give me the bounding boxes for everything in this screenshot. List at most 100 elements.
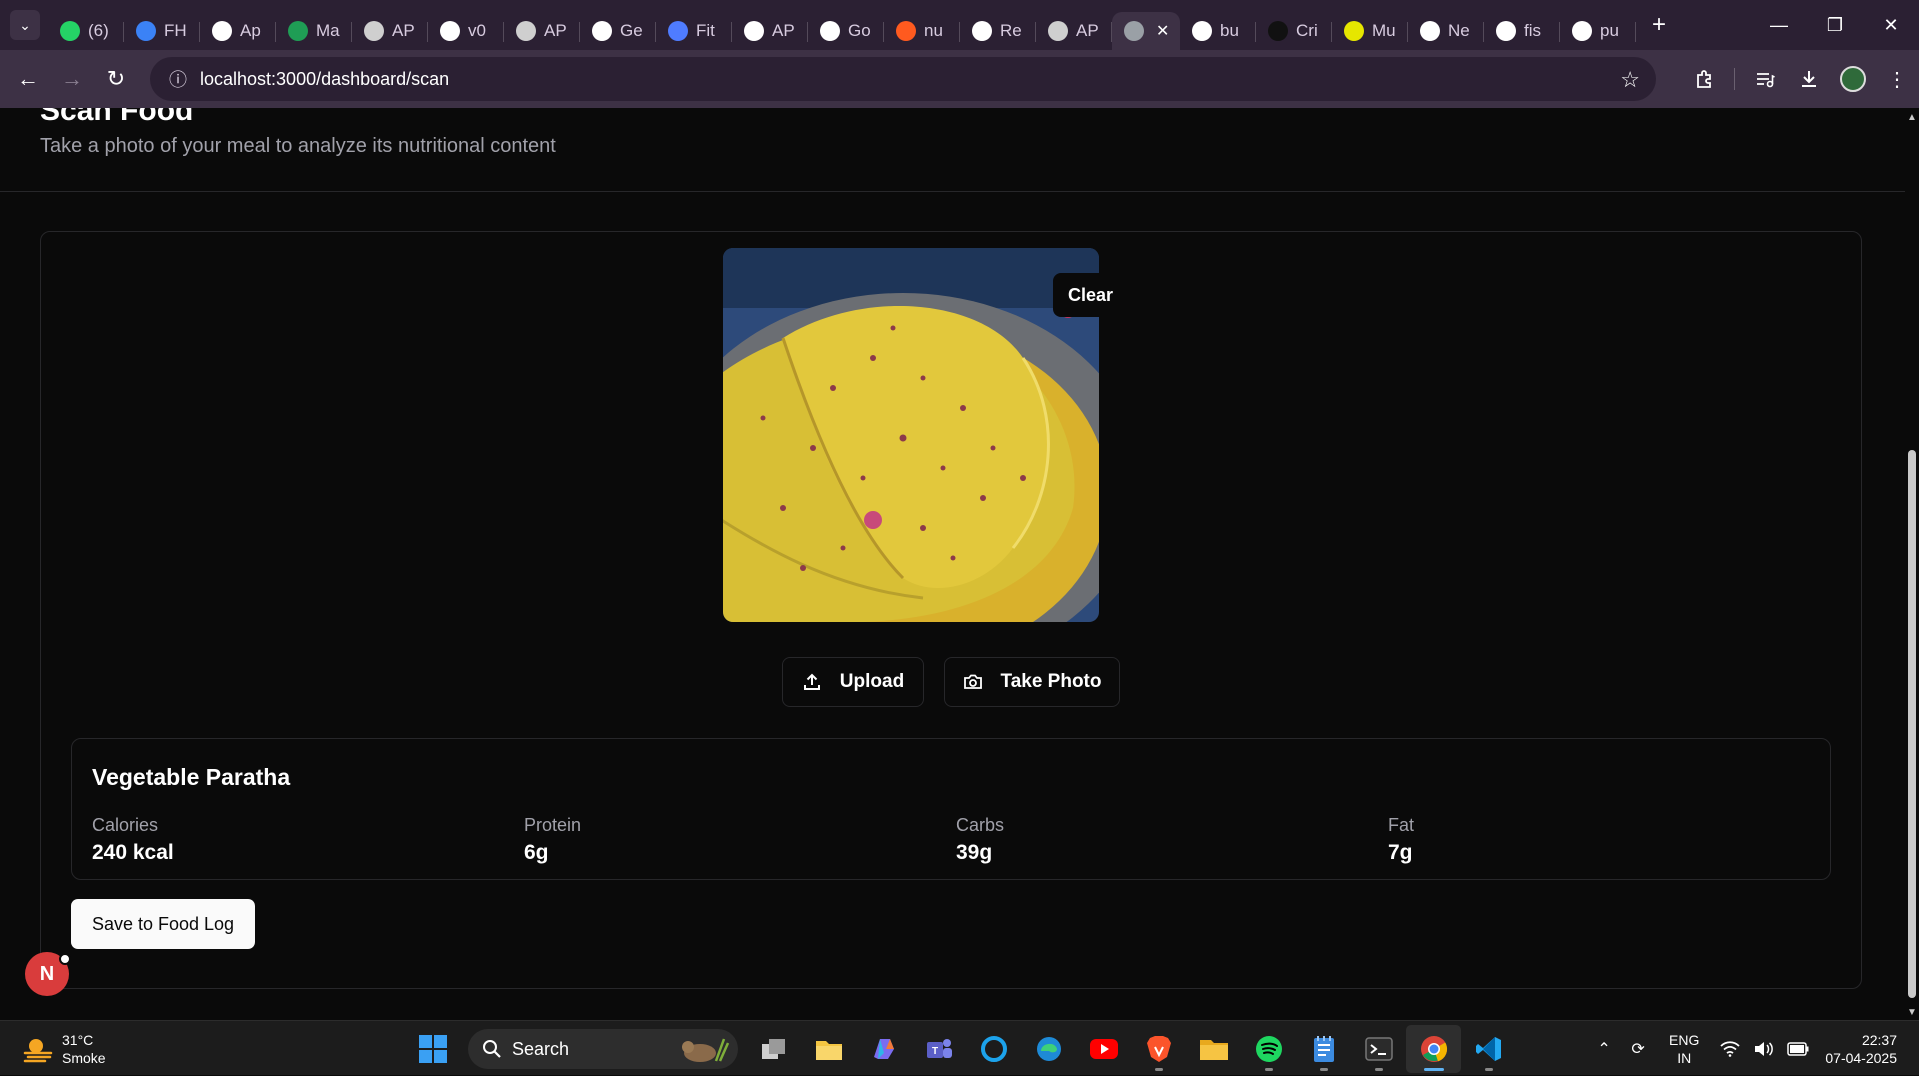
- reload-button[interactable]: ↻: [94, 57, 138, 101]
- page-subtitle: Take a photo of your meal to analyze its…: [40, 135, 556, 157]
- browser-tab[interactable]: Mu: [1332, 12, 1408, 50]
- volume-icon[interactable]: [1749, 1041, 1779, 1057]
- tab-title: Mu: [1372, 21, 1396, 40]
- folder-icon[interactable]: [1186, 1025, 1241, 1073]
- ap-logo-icon: [364, 21, 384, 41]
- browser-tab[interactable]: Ge: [580, 12, 656, 50]
- browser-tab[interactable]: AP: [732, 12, 808, 50]
- save-to-food-log-button[interactable]: Save to Food Log: [71, 899, 255, 949]
- tab-list: (6) FH Ap Ma AP v0 AP Ge Fit AP Go nu Re AP ✕ bu Cri Mu Ne…: [48, 0, 1636, 50]
- download-icon[interactable]: [1787, 57, 1831, 101]
- stat-label: Calories: [92, 815, 159, 835]
- browser-tab[interactable]: pu: [1560, 12, 1636, 50]
- page-title: Scan Food: [40, 108, 194, 127]
- stat-value: 6g: [524, 841, 549, 864]
- new-tab-button[interactable]: +: [1644, 10, 1674, 40]
- browser-tab[interactable]: Re: [960, 12, 1036, 50]
- browser-tab[interactable]: Ne: [1408, 12, 1484, 50]
- edge-icon[interactable]: [1021, 1025, 1076, 1073]
- weather-widget[interactable]: 31°C Smoke: [22, 1031, 106, 1067]
- copilot-icon[interactable]: [856, 1025, 911, 1073]
- teams-icon[interactable]: T: [911, 1025, 966, 1073]
- wifi-icon[interactable]: [1715, 1040, 1745, 1057]
- browser-tab[interactable]: Fit: [656, 12, 732, 50]
- minimize-button[interactable]: —: [1751, 0, 1807, 50]
- browser-tab[interactable]: Go: [808, 12, 884, 50]
- globe-icon: [1124, 21, 1144, 41]
- bookmark-star-icon[interactable]: ☆: [1620, 67, 1640, 93]
- scroll-down-icon[interactable]: ▼: [1907, 1007, 1917, 1018]
- whatsapp-icon: [60, 21, 80, 41]
- extensions-icon[interactable]: [1682, 57, 1726, 101]
- clear-button[interactable]: Clear: [1053, 273, 1128, 317]
- page-scrollbar[interactable]: ▲ ▼: [1905, 108, 1919, 1020]
- browser-tab[interactable]: fis: [1484, 12, 1560, 50]
- scrollbar-thumb[interactable]: [1908, 450, 1916, 998]
- sync-icon[interactable]: ⟳: [1623, 1039, 1653, 1059]
- vscode-icon[interactable]: [1461, 1025, 1516, 1073]
- youtube-icon[interactable]: [1076, 1025, 1131, 1073]
- browser-tab[interactable]: AP: [1036, 12, 1112, 50]
- browser-tab[interactable]: AP: [352, 12, 428, 50]
- scroll-up-icon[interactable]: ▲: [1907, 112, 1917, 123]
- tab-title: AP: [1076, 21, 1099, 40]
- browser-tab[interactable]: Ma: [276, 12, 352, 50]
- language-indicator[interactable]: ENG IN: [1669, 1031, 1699, 1067]
- food-name: Vegetable Paratha: [92, 764, 291, 790]
- stat-protein: Protein 6g: [524, 815, 581, 865]
- battery-icon[interactable]: [1783, 1041, 1813, 1056]
- browser-tab[interactable]: v0: [428, 12, 504, 50]
- close-tab-icon[interactable]: ✕: [1156, 21, 1169, 41]
- browser-tab[interactable]: nu: [884, 12, 960, 50]
- upload-label: Upload: [839, 671, 905, 692]
- browser-tab[interactable]: Cri: [1256, 12, 1332, 50]
- restore-button[interactable]: ❐: [1807, 0, 1863, 50]
- file-explorer-icon[interactable]: [801, 1025, 856, 1073]
- browser-tab[interactable]: ✕: [1112, 12, 1180, 50]
- start-button[interactable]: [405, 1025, 460, 1073]
- ap-logo-icon: [1048, 21, 1068, 41]
- stat-fat: Fat 7g: [1388, 815, 1414, 865]
- tab-title: nu: [924, 21, 943, 40]
- clock[interactable]: 22:37 07-04-2025: [1825, 1031, 1897, 1067]
- browser-tab[interactable]: bu: [1180, 12, 1256, 50]
- browser-tab[interactable]: Ap: [200, 12, 276, 50]
- profile-avatar[interactable]: [1831, 57, 1875, 101]
- browser-tab[interactable]: AP: [504, 12, 580, 50]
- upload-button[interactable]: Upload: [782, 657, 924, 707]
- taskbar-search[interactable]: Search: [468, 1029, 738, 1069]
- m-logo-icon: [1344, 21, 1364, 41]
- take-photo-button[interactable]: Take Photo: [944, 657, 1120, 707]
- terminal-icon[interactable]: [1351, 1025, 1406, 1073]
- tab-title: Re: [1000, 21, 1022, 40]
- tab-title: (6): [88, 21, 109, 40]
- window-controls: — ❐ ✕: [1751, 0, 1919, 50]
- cortana-icon[interactable]: [966, 1025, 1021, 1073]
- tab-search-button[interactable]: ⌄: [10, 10, 40, 40]
- chrome-icon[interactable]: [1406, 1025, 1461, 1073]
- tab-title: FH: [164, 21, 187, 40]
- menu-kebab-icon[interactable]: ⋮: [1875, 57, 1919, 101]
- browser-tab[interactable]: FH: [124, 12, 200, 50]
- back-button[interactable]: ←: [6, 57, 50, 101]
- tab-title: AP: [772, 21, 795, 40]
- google-icon: [1192, 21, 1212, 41]
- site-info-icon[interactable]: ⓘ: [160, 66, 196, 92]
- address-bar[interactable]: ⓘ localhost:3000/dashboard/scan ☆: [150, 57, 1656, 101]
- task-view-icon[interactable]: [746, 1025, 801, 1073]
- notepad-icon[interactable]: [1296, 1025, 1351, 1073]
- chevron-up-icon[interactable]: ⌃: [1589, 1039, 1619, 1059]
- browser-tab[interactable]: (6): [48, 12, 124, 50]
- header-divider: [0, 191, 1905, 192]
- ap-logo-icon: [516, 21, 536, 41]
- search-label: Search: [512, 1038, 570, 1059]
- toolbar-actions: ⋮: [1682, 50, 1919, 108]
- lang-region: IN: [1677, 1049, 1692, 1066]
- flame-icon: [896, 21, 916, 41]
- close-window-button[interactable]: ✕: [1863, 0, 1919, 50]
- media-controls-icon[interactable]: [1743, 57, 1787, 101]
- brave-icon[interactable]: [1131, 1025, 1186, 1073]
- forward-button[interactable]: →: [50, 57, 94, 101]
- spotify-icon[interactable]: [1241, 1025, 1296, 1073]
- tab-title: Ne: [1448, 21, 1470, 40]
